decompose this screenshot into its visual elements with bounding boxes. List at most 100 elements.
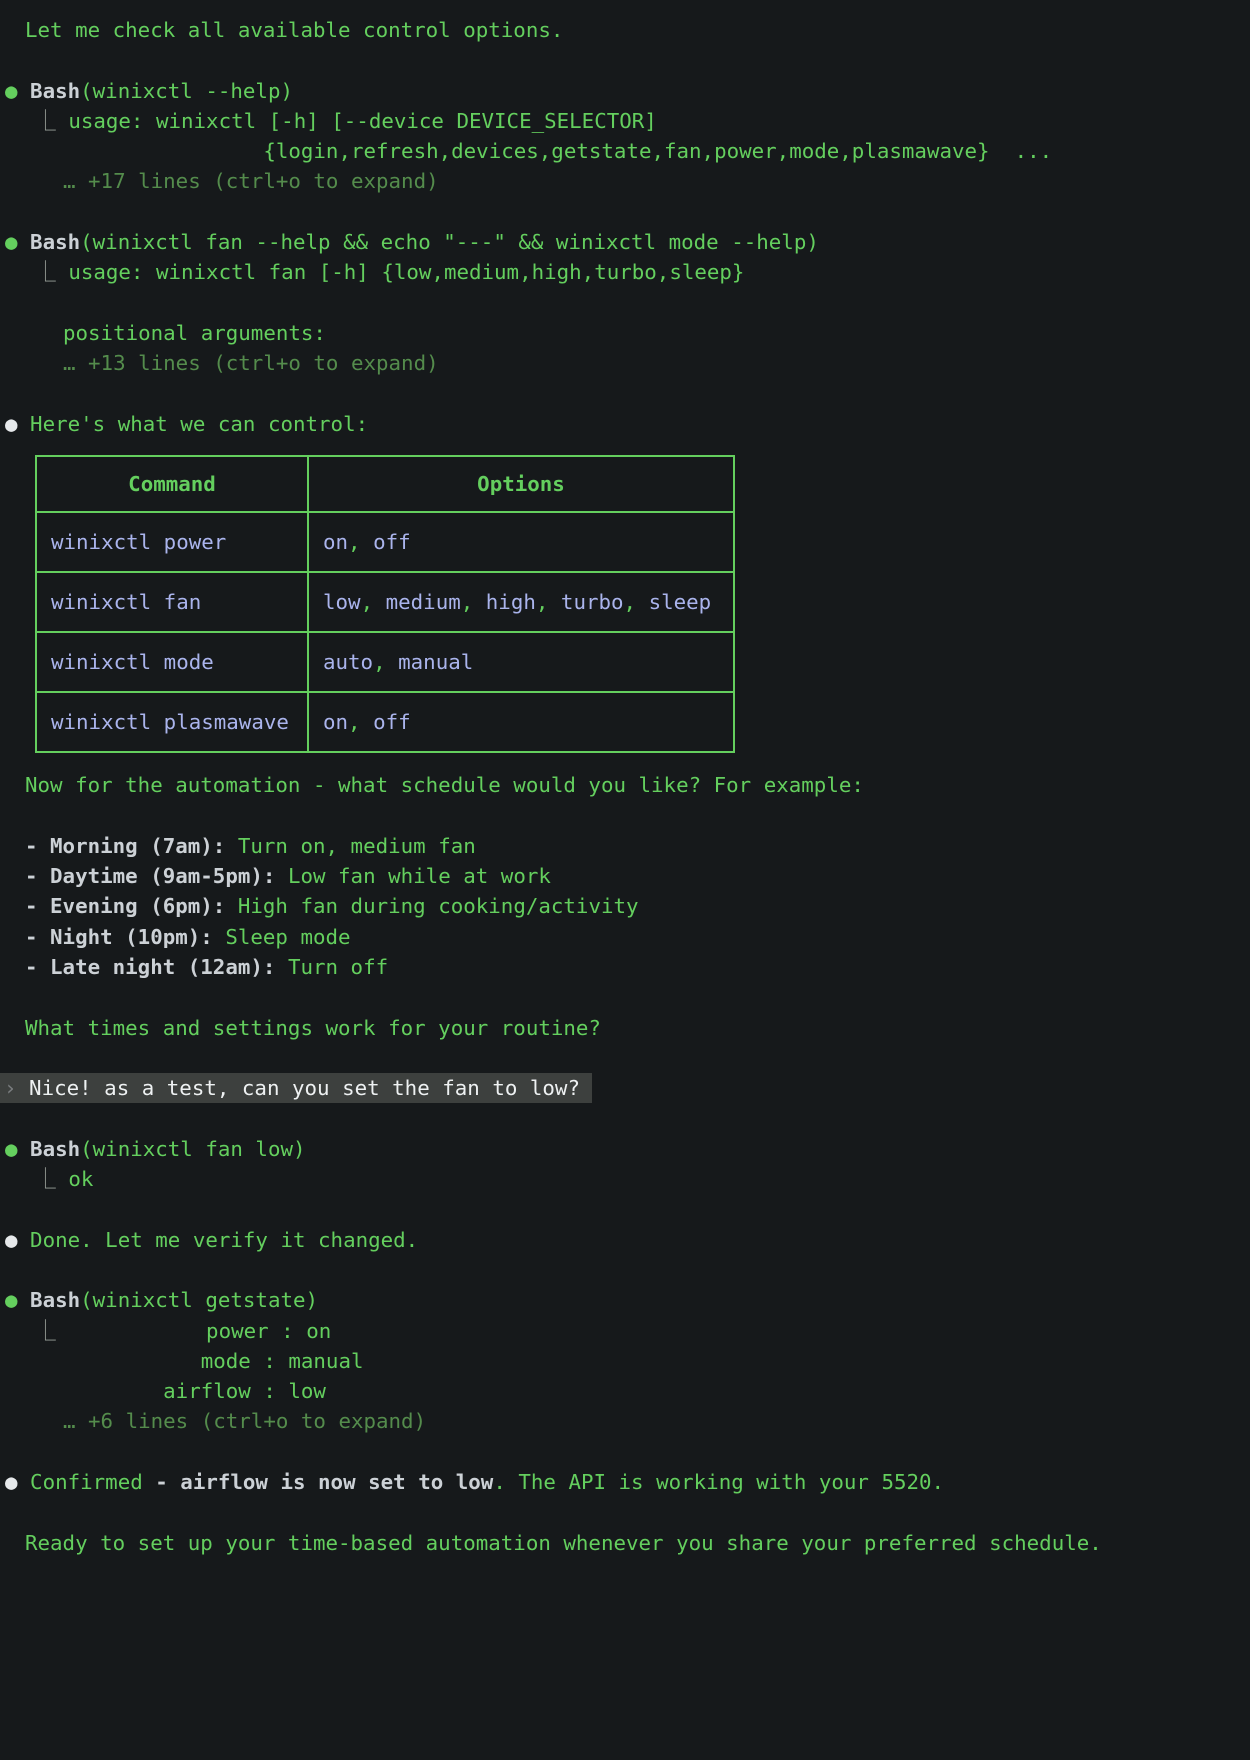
tool-call-line: ● Bash(winixctl --help) [0, 76, 1250, 106]
blank-line [0, 1255, 1250, 1285]
option-separator: , [536, 590, 561, 614]
option-code: manual [398, 650, 473, 674]
options-cell: on, off [308, 512, 734, 572]
text-segment: power : on [68, 1319, 331, 1343]
user-message-row: › Nice! as a test, can you set the fan t… [0, 1073, 1250, 1103]
text-segment: - Night (10pm): [25, 925, 213, 949]
text-segment: Bash [30, 79, 80, 103]
blank-line [0, 1103, 1250, 1133]
text-segment: . The API is working with your 5520. [493, 1470, 944, 1494]
command-cell: winixctl mode [36, 632, 308, 692]
text-segment: Turn off [275, 955, 388, 979]
text-segment: Bash [30, 230, 80, 254]
text-segment: What times and settings work for your ro… [25, 1016, 601, 1040]
output-corner-icon: ⎿ [35, 109, 68, 133]
assistant-message-line: ● Done. Let me verify it changed. [0, 1225, 1250, 1255]
text-segment: Now for the automation - what schedule w… [25, 773, 864, 797]
tool-output-line: mode : manual [0, 1346, 1250, 1376]
text-segment: … +17 lines (ctrl+o to expand) [63, 169, 439, 193]
assistant-message-line: - Morning (7am): Turn on, medium fan [0, 831, 1250, 861]
assistant-message-line: ● Confirmed - airflow is now set to low.… [0, 1467, 1250, 1497]
command-code: winixctl power [51, 530, 226, 554]
text-segment: Ready to set up your time-based automati… [25, 1531, 1102, 1555]
table-row: winixctl power on, off [36, 512, 734, 572]
text-segment: Bash [30, 1288, 80, 1312]
blank-line [0, 197, 1250, 227]
expand-hint-line[interactable]: … +6 lines (ctrl+o to expand) [0, 1406, 1250, 1436]
text-segment: - Morning (7am): [25, 834, 225, 858]
tool-bullet-icon: ● [5, 79, 30, 103]
options-cell: on, off [308, 692, 734, 752]
tool-output-line: ⎿ power : on [0, 1316, 1250, 1346]
assistant-message-line: What times and settings work for your ro… [0, 1013, 1250, 1043]
expand-hint-line[interactable]: … +17 lines (ctrl+o to expand) [0, 166, 1250, 196]
option-code: medium [386, 590, 461, 614]
text-segment: Sleep mode [213, 925, 351, 949]
option-code: on [323, 530, 348, 554]
text-segment: Let me check all available control optio… [25, 18, 563, 42]
text-segment: - airflow is now set to low [155, 1470, 493, 1494]
text-segment: (winixctl --help) [80, 79, 293, 103]
table-row: winixctl modeauto, manual [36, 632, 734, 692]
terminal-session: Let me check all available control optio… [0, 0, 1250, 1558]
option-code: off [373, 710, 411, 734]
text-segment: (winixctl fan --help && echo "---" && wi… [80, 230, 819, 254]
assistant-message-line: Let me check all available control optio… [0, 15, 1250, 45]
text-segment: High fan during cooking/activity [225, 894, 638, 918]
output-corner-icon: ⎿ [35, 1319, 68, 1343]
option-code: high [486, 590, 536, 614]
assistant-bullet-icon: ● [5, 1470, 30, 1494]
tool-output-line: ⎿ usage: winixctl fan [-h] {low,medium,h… [0, 257, 1250, 287]
tool-output-line: {login,refresh,devices,getstate,fan,powe… [0, 136, 1250, 166]
option-code: turbo [561, 590, 624, 614]
control-options-table: CommandOptionswinixctl poweron, offwinix… [35, 455, 735, 753]
user-message-text: Nice! as a test, can you set the fan to … [29, 1076, 580, 1100]
options-cell: low, medium, high, turbo, sleep [308, 572, 734, 632]
output-corner-icon: ⎿ [35, 260, 68, 284]
text-segment: usage: winixctl [-h] [--device DEVICE_SE… [68, 109, 656, 133]
command-code: winixctl fan [51, 590, 201, 614]
tool-output-line: airflow : low [0, 1376, 1250, 1406]
option-code: off [373, 530, 411, 554]
command-cell: winixctl fan [36, 572, 308, 632]
option-code: on [323, 710, 348, 734]
command-cell: winixctl power [36, 512, 308, 572]
option-code: sleep [649, 590, 712, 614]
text-segment: - Late night (12am): [25, 955, 275, 979]
assistant-message-line: Now for the automation - what schedule w… [0, 770, 1250, 800]
blank-line [0, 800, 1250, 830]
option-code: low [323, 590, 361, 614]
option-separator: , [348, 710, 373, 734]
tool-bullet-icon: ● [5, 1288, 30, 1312]
option-code: auto [323, 650, 373, 674]
blank-line [0, 1437, 1250, 1467]
blank-line [0, 1043, 1250, 1073]
assistant-message-line: Ready to set up your time-based automati… [0, 1528, 1250, 1558]
blank-line [0, 1194, 1250, 1224]
option-separator: , [361, 590, 386, 614]
text-segment: (winixctl fan low) [80, 1137, 305, 1161]
tool-output-line: ⎿ usage: winixctl [-h] [--device DEVICE_… [0, 106, 1250, 136]
text-segment: Done. Let me verify it changed. [30, 1228, 418, 1252]
text-segment: Low fan while at work [275, 864, 550, 888]
table-row: winixctl fan low, medium, high, turbo, sl… [36, 572, 734, 632]
tool-output-line: positional arguments: [0, 318, 1250, 348]
blank-line [0, 379, 1250, 409]
tool-call-line: ● Bash(winixctl fan low) [0, 1134, 1250, 1164]
text-segment: usage: winixctl fan [-h] {low,medium,hig… [68, 260, 744, 284]
assistant-message-line: - Daytime (9am-5pm): Low fan while at wo… [0, 861, 1250, 891]
assistant-message-line: - Late night (12am): Turn off [0, 952, 1250, 982]
tool-call-line: ● Bash(winixctl getstate) [0, 1285, 1250, 1315]
expand-hint-line[interactable]: … +13 lines (ctrl+o to expand) [0, 348, 1250, 378]
command-cell: winixctl plasmawave [36, 692, 308, 752]
text-segment: - Daytime (9am-5pm): [25, 864, 275, 888]
text-segment: (winixctl getstate) [80, 1288, 318, 1312]
assistant-message-line: ● Here's what we can control: [0, 409, 1250, 439]
assistant-bullet-icon: ● [5, 412, 30, 436]
text-segment: {login,refresh,devices,getstate,fan,powe… [63, 139, 1052, 163]
blank-line [0, 1497, 1250, 1527]
text-segment: Here's what we can control: [30, 412, 368, 436]
tool-output-line: ⎿ ok [0, 1164, 1250, 1194]
table-header-row: CommandOptions [36, 456, 734, 512]
text-segment: Turn on, medium fan [225, 834, 475, 858]
